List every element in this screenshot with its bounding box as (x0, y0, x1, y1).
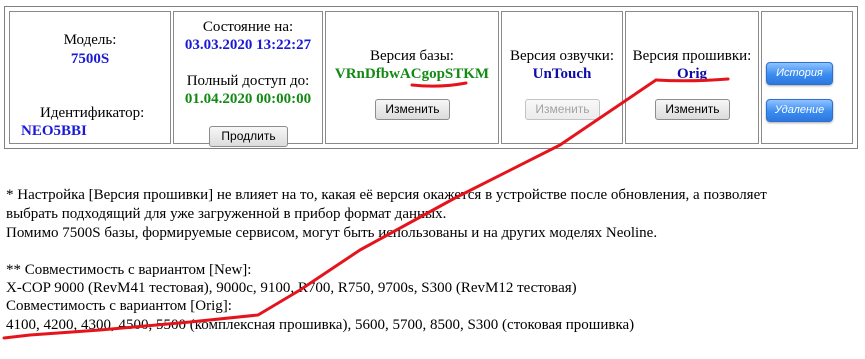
compat-orig-title: Совместимость с вариантом [Orig]: (6, 298, 232, 314)
identifier-label: Идентификатор: (40, 105, 145, 121)
voice-version-cell: Версия озвучки: UnTouch Изменить (501, 11, 623, 144)
note-line-3: Помимо 7500S базы, формируемые сервисом,… (6, 225, 658, 241)
state-datetime: 03.03.2020 13:22:27 (184, 37, 312, 53)
compat-orig-models: 4100, 4200, 4300, 4500, 5500 (комплексна… (6, 317, 635, 333)
note-line-2: выбрать подходящий для уже загруженной в… (6, 206, 447, 222)
compat-new-title: ** Совместимость с вариантом [New]: (6, 262, 252, 278)
firmware-version-value: Orig (677, 66, 707, 82)
device-info-panel: Модель: 7500S Идентификатор: NEO5BBI Сос… (4, 6, 858, 149)
voice-change-button[interactable]: Изменить (525, 99, 600, 120)
firmware-version-label: Версия прошивки: (632, 48, 752, 64)
model-label: Модель: (63, 32, 117, 48)
firmware-change-button[interactable]: Изменить (655, 99, 730, 120)
access-label: Полный доступ до: (186, 73, 310, 89)
extend-button[interactable]: Продлить (209, 126, 288, 147)
base-version-cell: Версия базы: VRnDfbwACgopSTKM Изменить (325, 11, 499, 144)
state-cell: Состояние на: 03.03.2020 13:22:27 Полный… (173, 11, 323, 147)
identifier-value: NEO5BBI (21, 123, 87, 139)
history-button[interactable]: История (766, 62, 833, 85)
voice-version-value: UnTouch (532, 66, 592, 82)
base-version-label: Версия базы: (370, 48, 454, 64)
model-cell: Модель: 7500S Идентификатор: NEO5BBI (9, 11, 171, 144)
voice-version-label: Версия озвучки: (509, 48, 615, 64)
note-line-1: * Настройка [Версия прошивки] не влияет … (6, 187, 767, 203)
access-until: 01.04.2020 00:00:00 (184, 91, 312, 107)
state-label: Состояние на: (202, 19, 294, 35)
compat-new-models: X-COP 9000 (RevM41 тестовая), 9000c, 910… (6, 280, 577, 296)
firmware-version-cell: Версия прошивки: Orig Изменить (625, 11, 759, 144)
model-value: 7500S (70, 51, 110, 67)
base-version-value: VRnDfbwACgopSTKM (334, 66, 490, 82)
base-change-button[interactable]: Изменить (375, 99, 450, 120)
delete-button[interactable]: Удаление (766, 99, 833, 122)
